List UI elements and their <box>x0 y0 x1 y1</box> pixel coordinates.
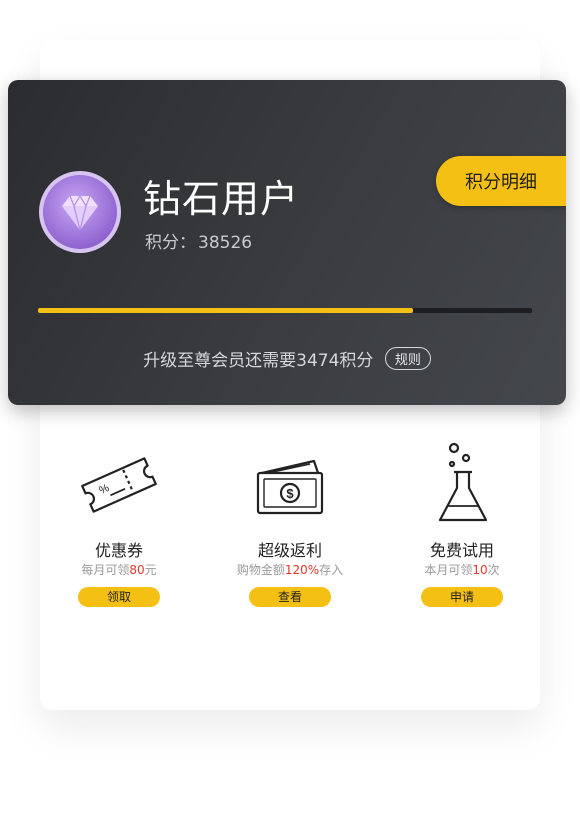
benefit-cashback: $ 超级返利 购物金额120%存入 查看 <box>205 440 375 607</box>
upgrade-progress-fill <box>38 308 414 313</box>
desc-highlight: 120% <box>284 563 320 577</box>
benefit-desc: 购物金额120%存入 <box>205 563 375 577</box>
desc-prefix: 本月可领 <box>424 563 473 577</box>
svg-text:%: % <box>97 482 111 497</box>
benefit-free-trial: 免费试用 本月可领10次 申请 <box>377 440 547 607</box>
desc-highlight: 10 <box>472 563 488 577</box>
upgrade-hint: 升级至尊会员还需要3474积分 规则 <box>8 346 566 371</box>
benefit-title: 免费试用 <box>429 541 494 560</box>
apply-trial-button[interactable]: 申请 <box>421 587 503 607</box>
lab-flask-icon <box>438 442 488 522</box>
cash-back-card-icon: $ <box>256 459 324 515</box>
benefit-desc: 本月可领10次 <box>377 563 547 577</box>
desc-prefix: 每月可领 <box>81 563 130 577</box>
benefit-title: 优惠券 <box>94 541 143 560</box>
diamond-avatar-icon <box>39 171 121 253</box>
benefit-coupon: % 优惠券 每月可领80元 领取 <box>34 440 204 607</box>
points-balance: 积分： 38526 <box>145 228 254 253</box>
member-level-title: 钻石用户 <box>143 177 300 221</box>
desc-suffix: 元 <box>144 563 157 577</box>
coupon-ticket-icon: % <box>81 457 157 513</box>
points-detail-button[interactable]: 积分明细 <box>436 156 566 206</box>
benefit-title: 超级返利 <box>257 541 322 560</box>
points-label: 积分： <box>145 233 196 253</box>
svg-text:$: $ <box>286 486 294 501</box>
desc-highlight: 80 <box>129 563 145 577</box>
member-card: 钻石用户 积分： 38526 积分明细 升级至尊会员还需要3474积分 规则 <box>8 80 566 405</box>
view-cashback-button[interactable]: 查看 <box>249 587 331 607</box>
upgrade-hint-text: 升级至尊会员还需要3474积分 <box>143 351 374 371</box>
benefit-desc: 每月可领80元 <box>34 563 204 577</box>
points-value: 38526 <box>198 233 253 253</box>
desc-prefix: 购物金额 <box>236 563 285 577</box>
upgrade-progress-bar <box>38 308 532 313</box>
desc-suffix: 存入 <box>319 563 344 577</box>
rules-button[interactable]: 规则 <box>384 347 431 370</box>
desc-suffix: 次 <box>487 563 500 577</box>
claim-coupon-button[interactable]: 领取 <box>78 587 160 607</box>
